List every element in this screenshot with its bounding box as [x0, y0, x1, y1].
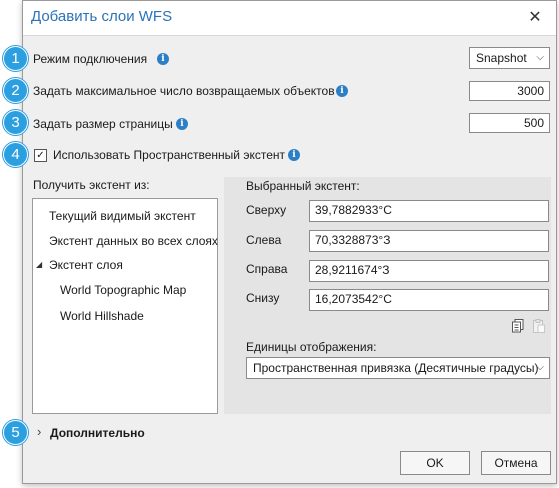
- callout-badge-3: 3: [3, 110, 28, 135]
- spatial-extent-label: Использовать Пространственный экстент: [53, 148, 285, 162]
- cancel-button[interactable]: Отмена: [481, 451, 551, 475]
- callout-badge-2: 2: [3, 78, 28, 103]
- extent-source-list: Текущий видимый экстент Экстент данных в…: [32, 198, 218, 414]
- list-item[interactable]: Экстент слоя: [49, 258, 123, 272]
- advanced-section-toggle[interactable]: Дополнительно: [50, 426, 145, 440]
- display-units-label: Единицы отображения:: [246, 340, 377, 354]
- info-icon[interactable]: i: [157, 53, 169, 65]
- dialog-body: Режим подключения i Snapshot ⌵ Задать ма…: [23, 36, 556, 483]
- list-item[interactable]: Экстент данных во всех слоях: [49, 234, 218, 248]
- callout-badge-5: 5: [3, 420, 28, 445]
- max-features-label: Задать максимальное число возвращаемых о…: [33, 84, 335, 98]
- connection-mode-select[interactable]: Snapshot ⌵: [469, 47, 550, 69]
- callout-badge-1: 1: [3, 46, 28, 71]
- spatial-extent-checkbox[interactable]: ✓: [34, 149, 47, 162]
- list-item[interactable]: World Hillshade: [60, 309, 144, 323]
- left-extent-input[interactable]: 70,3328873°З: [309, 230, 549, 252]
- info-icon[interactable]: i: [336, 85, 348, 97]
- max-features-input[interactable]: 3000: [469, 81, 550, 101]
- page-size-label: Задать размер страницы: [33, 117, 173, 131]
- bottom-extent-input[interactable]: 16,2073542°С: [309, 289, 549, 311]
- ok-button[interactable]: OK: [400, 451, 470, 475]
- display-units-select[interactable]: Пространственная привязка (Десятичные гр…: [246, 357, 550, 379]
- copy-icon[interactable]: [512, 319, 524, 333]
- chevron-right-icon[interactable]: ›: [37, 424, 41, 439]
- connection-mode-label: Режим подключения: [33, 52, 148, 66]
- top-label: Сверху: [246, 203, 287, 217]
- selected-extent-label: Выбранный экстент:: [246, 179, 360, 193]
- list-item[interactable]: Текущий видимый экстент: [49, 209, 196, 223]
- chevron-down-icon: ⌵: [536, 362, 544, 373]
- selected-extent-panel: Выбранный экстент: Сверху 39,7882933°С С…: [224, 177, 551, 414]
- title-bar: Добавить слои WFS ✕: [23, 1, 556, 36]
- info-icon[interactable]: i: [176, 118, 188, 130]
- get-extent-from-label: Получить экстент из:: [33, 178, 150, 192]
- display-units-value: Пространственная привязка (Десятичные гр…: [253, 361, 539, 375]
- right-label: Справа: [246, 262, 288, 276]
- right-extent-input[interactable]: 28,9211674°З: [309, 260, 549, 282]
- add-wfs-layers-dialog: Добавить слои WFS ✕ Режим подключения i …: [22, 0, 557, 484]
- connection-mode-value: Snapshot: [476, 51, 527, 65]
- paste-icon: [533, 319, 545, 333]
- callout-badge-4: 4: [3, 142, 28, 167]
- expand-triangle-icon[interactable]: ◢: [36, 260, 42, 269]
- left-label: Слева: [246, 233, 282, 247]
- bottom-label: Снизу: [246, 291, 280, 305]
- top-extent-input[interactable]: 39,7882933°С: [309, 200, 549, 222]
- page-size-input[interactable]: 500: [469, 113, 550, 133]
- info-icon[interactable]: i: [288, 149, 300, 161]
- close-icon[interactable]: ✕: [524, 7, 546, 29]
- list-item[interactable]: World Topographic Map: [60, 283, 186, 297]
- chevron-down-icon: ⌵: [536, 52, 544, 63]
- dialog-title: Добавить слои WFS: [31, 8, 173, 25]
